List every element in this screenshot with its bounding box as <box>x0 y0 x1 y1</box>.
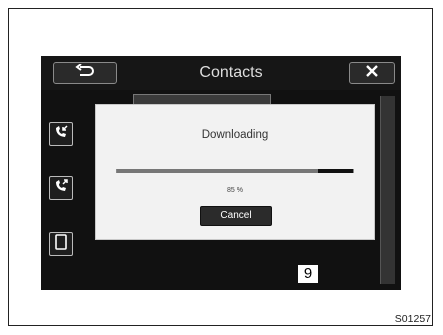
close-x-icon <box>365 64 379 83</box>
progress-percent-text: 85 % <box>227 187 243 194</box>
top-bar: Contacts <box>41 56 401 90</box>
progress-bar <box>116 169 354 173</box>
progress-remaining <box>317 169 353 173</box>
page-title: Contacts <box>199 64 263 81</box>
phone-device-icon <box>54 233 68 255</box>
head-unit-screen: Contacts Downloading 85 % Cancel 9 <box>41 56 401 290</box>
callout-number: 9 <box>297 264 319 284</box>
progress-fill <box>117 169 318 173</box>
figure-code: S01257 <box>394 313 431 325</box>
outgoing-call-icon <box>53 178 69 199</box>
device-phonebook-button[interactable] <box>49 232 73 256</box>
scroll-strip <box>380 96 395 284</box>
cancel-button[interactable]: Cancel <box>200 206 272 226</box>
close-button[interactable] <box>349 62 395 84</box>
outgoing-calls-button[interactable] <box>49 176 73 200</box>
missed-call-icon <box>53 124 69 145</box>
back-arrow-icon <box>74 62 96 83</box>
missed-calls-button[interactable] <box>49 122 73 146</box>
download-dialog: Downloading 85 % Cancel <box>95 104 375 240</box>
back-button[interactable] <box>53 62 117 84</box>
dialog-title: Downloading <box>201 129 269 141</box>
